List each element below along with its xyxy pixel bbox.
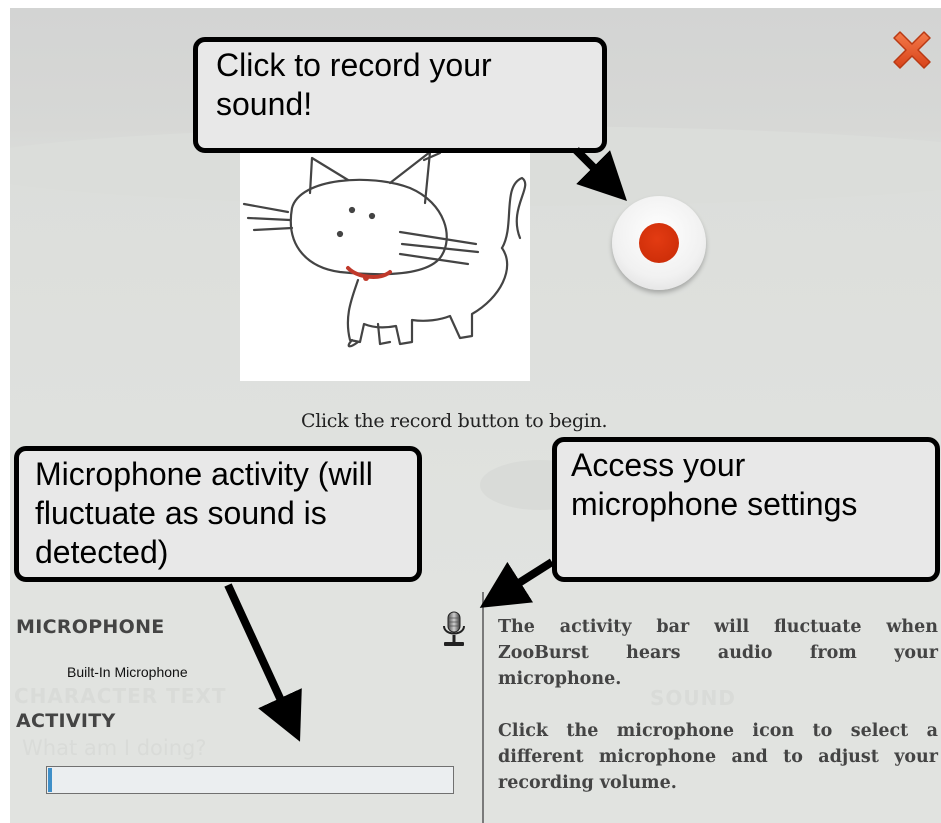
- microphone-heading: MICROPHONE: [16, 616, 165, 638]
- callout-record: Click to record your sound!: [193, 37, 607, 153]
- callout-activity-line-1: Microphone activity (will: [35, 456, 373, 492]
- microphone-icon[interactable]: [436, 610, 472, 650]
- character-image: [240, 148, 530, 381]
- record-button[interactable]: [612, 196, 706, 290]
- help-paragraph-2: Click the microphone icon to select a di…: [498, 721, 938, 793]
- callout-settings-line-1: Access your: [571, 447, 746, 483]
- help-panel: The activity bar will fluctuate when Zoo…: [484, 592, 941, 823]
- callout-record-line-1: Click to record your: [216, 47, 492, 83]
- bottom-panels: MICROPHONE Built-In Microphone ACTIVITY: [10, 592, 941, 823]
- help-text: The activity bar will fluctuate when Zoo…: [498, 614, 938, 822]
- callout-settings-line-2: microphone settings: [571, 486, 858, 522]
- activity-heading: ACTIVITY: [16, 710, 116, 732]
- record-instruction: Click the record button to begin.: [301, 410, 608, 432]
- microphone-device-name: Built-In Microphone: [67, 664, 188, 680]
- callout-activity: Microphone activity (will fluctuate as s…: [14, 446, 422, 582]
- close-icon[interactable]: [888, 26, 936, 74]
- callout-activity-line-2: fluctuate as sound is: [35, 495, 327, 531]
- callout-activity-line-3: detected): [35, 534, 169, 570]
- microphone-panel: MICROPHONE Built-In Microphone ACTIVITY: [10, 592, 482, 823]
- recording-dialog-frame: CHARACTER TEXT SOUND What am I doing? Cl…: [0, 0, 941, 823]
- help-paragraph-1: The activity bar will fluctuate when Zoo…: [498, 617, 938, 689]
- record-icon: [639, 223, 679, 263]
- activity-level-fill: [48, 768, 52, 792]
- callout-record-line-2: sound!: [216, 86, 313, 122]
- activity-bar: [46, 766, 454, 794]
- callout-settings: Access your microphone settings: [552, 437, 940, 582]
